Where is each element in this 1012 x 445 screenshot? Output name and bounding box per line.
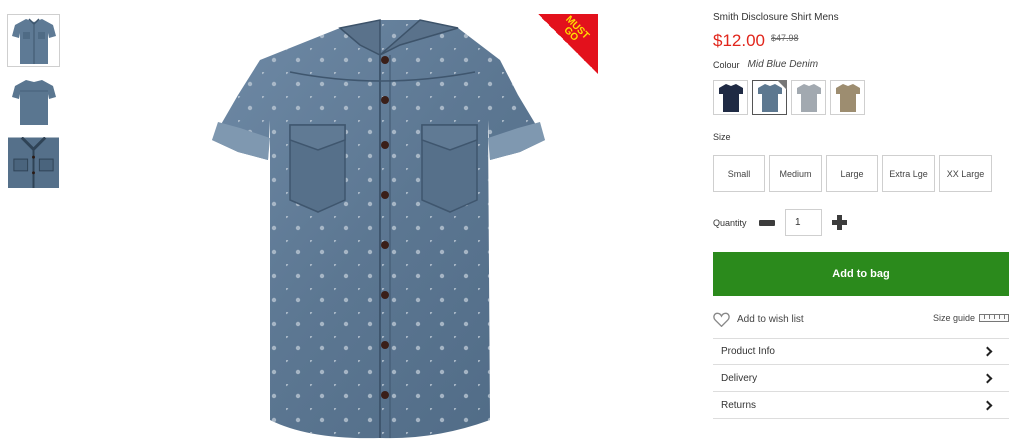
swatch-khaki[interactable] [830,80,865,115]
thumbnail-back[interactable] [7,75,60,128]
chevron-right-icon [982,400,993,410]
ruler-icon [979,314,1009,322]
size-xx-large-button[interactable]: XX Large [939,155,992,192]
accordion-delivery[interactable]: Delivery [713,365,1009,392]
chevron-right-icon [982,346,993,357]
shirt-detail-thumb-image [8,137,59,188]
heart-icon [713,312,730,327]
khaki-shirt-icon [835,83,860,112]
thumbnail-front[interactable] [7,14,60,67]
size-guide-link[interactable]: Size guide [933,313,1009,323]
add-to-bag-button[interactable]: Add to bag [713,252,1009,296]
accordion-label: Returns [721,399,757,411]
current-price: $12.00 [713,31,765,50]
size-guide-label: Size guide [932,313,975,323]
original-price: $47.98 [771,33,799,43]
colour-name: Mid Blue Denim [747,59,819,70]
wish-list-label: Add to wish list [737,314,804,325]
thumbnail-list [7,14,60,197]
accordion-returns[interactable]: Returns [713,392,1009,419]
accordion-label: Delivery [721,372,758,384]
swatch-light-grey[interactable] [791,80,826,115]
product-title: Smith Disclosure Shirt Mens [713,12,839,23]
size-options: Small Medium Large Extra Lge XX Large [713,155,992,192]
size-large-button[interactable]: Large [826,155,878,192]
quantity-input[interactable] [785,209,822,236]
size-extra-lge-button[interactable]: Extra Lge [882,155,935,192]
size-small-button[interactable]: Small [713,155,765,192]
swatch-mid-blue-denim[interactable] [752,80,787,115]
info-accordion: Product Info Delivery Returns [713,338,1009,419]
add-to-wish-list-link[interactable]: Add to wish list [713,312,804,327]
shirt-front-thumb-image [11,17,56,64]
colour-label: Colour [713,59,740,70]
accordion-product-info[interactable]: Product Info [713,338,1009,365]
swatch-navy[interactable] [713,80,748,115]
must-go-badge: MUST GO [538,14,598,74]
navy-shirt-icon [718,83,743,112]
size-medium-button[interactable]: Medium [769,155,822,192]
plus-icon[interactable] [832,215,847,230]
colour-row: Colour Mid Blue Denim [713,59,818,70]
quantity-row: Quantity [713,209,847,236]
quantity-label: Quantity [713,217,747,228]
grey-shirt-icon [796,83,821,112]
price-row: $12.00 $47.98 [713,31,799,51]
denim-shirt-icon [757,83,782,112]
accordion-label: Product Info [721,346,775,357]
chevron-right-icon [982,373,993,383]
minus-icon[interactable] [759,219,775,226]
shirt-back-thumb-image [11,79,56,125]
size-label: Size [713,132,731,142]
colour-swatches [713,80,865,115]
thumbnail-detail[interactable] [7,136,60,189]
